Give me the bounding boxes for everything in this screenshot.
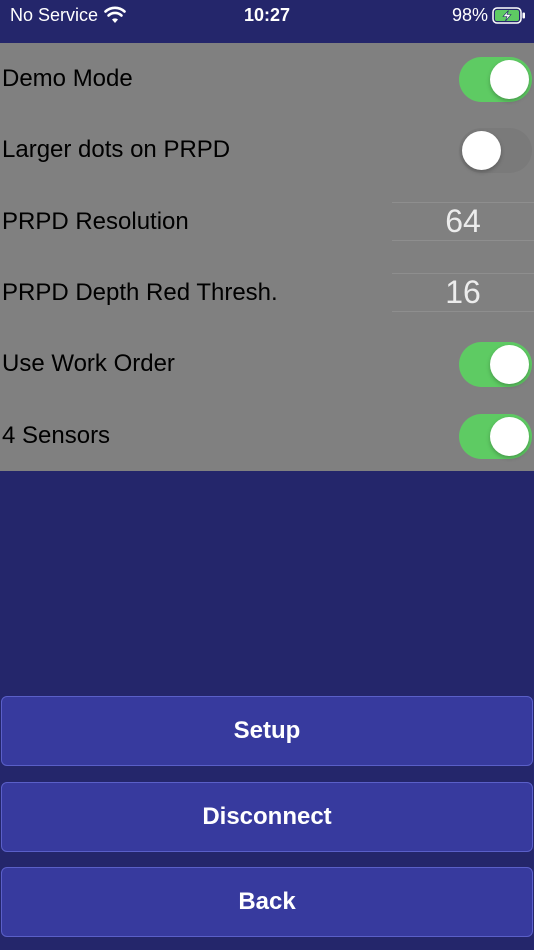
prpd-resolution-label: PRPD Resolution <box>2 208 189 235</box>
prpd-depth-red-thresh-label: PRPD Depth Red Thresh. <box>2 279 278 306</box>
prpd-resolution-field[interactable]: 64 <box>392 202 534 241</box>
four-sensors-label: 4 Sensors <box>2 422 111 449</box>
larger-dots-toggle[interactable] <box>459 128 532 173</box>
battery-percentage: 98% <box>451 5 488 25</box>
setting-row-four-sensors: 4 Sensors <box>0 400 534 471</box>
larger-dots-label: Larger dots on PRPD <box>2 136 231 163</box>
demo-mode-toggle[interactable] <box>459 57 532 102</box>
use-work-order-toggle[interactable] <box>459 342 532 387</box>
use-work-order-label: Use Work Order <box>2 350 175 377</box>
setting-row-prpd-resolution: PRPD Resolution 64 <box>0 186 534 257</box>
prpd-depth-red-thresh-field[interactable]: 16 <box>392 273 534 312</box>
toggle-knob <box>462 131 501 170</box>
four-sensors-toggle[interactable] <box>459 414 532 459</box>
setting-row-demo-mode: Demo Mode <box>0 43 534 114</box>
settings-panel: Demo Mode Larger dots on PRPD PRPD Resol… <box>0 43 534 471</box>
toggle-knob <box>490 417 529 456</box>
toggle-knob <box>490 60 529 99</box>
status-bar: No Service 10:27 98% <box>0 0 534 42</box>
setup-button[interactable]: Setup <box>1 696 533 766</box>
battery-charging-icon <box>492 7 525 24</box>
settings-screen: No Service 10:27 98% Demo Mode Larger do… <box>0 0 534 950</box>
setting-row-use-work-order: Use Work Order <box>0 328 534 399</box>
setting-row-prpd-depth-red-thresh: PRPD Depth Red Thresh. 16 <box>0 257 534 328</box>
toggle-knob <box>490 345 529 384</box>
disconnect-button[interactable]: Disconnect <box>1 782 533 852</box>
back-button[interactable]: Back <box>1 867 533 937</box>
setting-row-larger-dots: Larger dots on PRPD <box>0 114 534 185</box>
demo-mode-label: Demo Mode <box>2 65 133 92</box>
